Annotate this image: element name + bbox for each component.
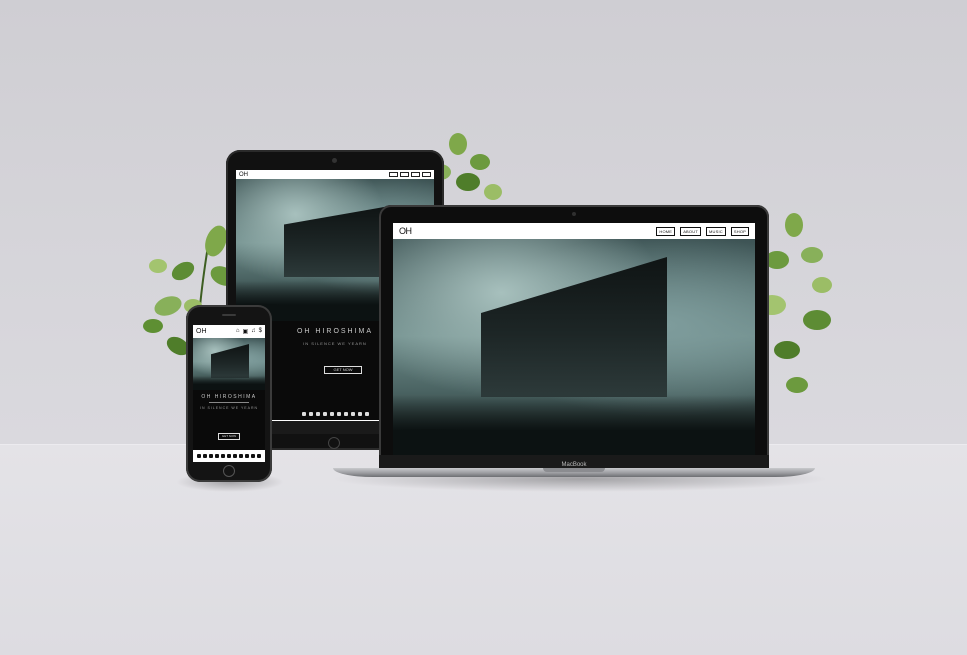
tablet-home-button[interactable] [328, 437, 340, 449]
social-icon[interactable] [343, 412, 348, 416]
phone-title-divider [209, 402, 249, 403]
tablet-nav-link[interactable] [389, 172, 398, 177]
phone-subtitle: IN SILENCE WE YEARN [199, 406, 259, 410]
social-icon[interactable] [329, 412, 334, 416]
social-icon[interactable] [357, 412, 362, 416]
laptop-camera [572, 212, 576, 216]
forest-silhouette [193, 376, 265, 390]
phone-home-button[interactable] [223, 465, 235, 477]
social-icon[interactable] [233, 454, 237, 458]
nav-shop[interactable]: SHOP [730, 226, 749, 236]
laptop-base [333, 468, 815, 477]
monolith-shape [284, 207, 384, 277]
phone-logo[interactable]: OH [196, 328, 207, 335]
phone-screen: OH ⌂ ▣ ♫ $ OH HIROSHIMA IN SILENCE WE YE… [193, 325, 265, 462]
phone-device: OH ⌂ ▣ ♫ $ OH HIROSHIMA IN SILENCE WE YE… [186, 305, 272, 482]
laptop-logo[interactable]: OH [399, 226, 412, 236]
social-icon[interactable] [209, 454, 213, 458]
phone-hero-image [193, 338, 265, 390]
phone-speaker [222, 314, 236, 316]
social-icon[interactable] [336, 412, 341, 416]
social-icon[interactable] [245, 454, 249, 458]
social-icon[interactable] [322, 412, 327, 416]
laptop-nav-links: HOME ABOUT MUSIC SHOP [656, 226, 749, 236]
social-icon[interactable] [257, 454, 261, 458]
social-icon[interactable] [197, 454, 201, 458]
phone-get-now-button[interactable]: GET NOW [218, 433, 240, 440]
monolith-shape [481, 257, 667, 397]
social-icon[interactable] [203, 454, 207, 458]
tablet-nav-link[interactable] [411, 172, 420, 177]
phone-nav-icons: ⌂ ▣ ♫ $ [236, 328, 262, 335]
music-icon[interactable]: ♫ [251, 328, 256, 335]
nav-home[interactable]: HOME [656, 226, 676, 236]
social-icon[interactable] [301, 412, 306, 416]
social-icon[interactable] [221, 454, 225, 458]
tablet-get-now-button[interactable]: GET NOW [324, 366, 362, 374]
tablet-nav-links [389, 172, 431, 177]
laptop-device: OH HOME ABOUT MUSIC SHOP MacBook [379, 205, 769, 470]
tablet-camera [332, 158, 337, 163]
social-icon[interactable] [364, 412, 369, 416]
laptop-navbar: OH HOME ABOUT MUSIC SHOP [393, 223, 755, 239]
tablet-navbar: OH [236, 170, 434, 179]
laptop-hero-image [393, 239, 755, 455]
social-icon[interactable] [239, 454, 243, 458]
phone-navbar: OH ⌂ ▣ ♫ $ [193, 325, 265, 338]
tablet-logo[interactable]: OH [239, 172, 248, 178]
social-icon[interactable] [251, 454, 255, 458]
phone-title: OH HIROSHIMA [201, 394, 257, 400]
phone-social-bar [193, 450, 265, 462]
nav-about[interactable]: ABOUT [680, 226, 701, 236]
social-icon[interactable] [315, 412, 320, 416]
monolith-shape [211, 344, 249, 378]
dollar-icon[interactable]: $ [259, 328, 262, 335]
laptop-screen: OH HOME ABOUT MUSIC SHOP [393, 223, 755, 455]
social-icon[interactable] [215, 454, 219, 458]
home-icon[interactable]: ⌂ [236, 328, 240, 335]
social-icon[interactable] [308, 412, 313, 416]
tablet-nav-link[interactable] [400, 172, 409, 177]
gallery-icon[interactable]: ▣ [242, 328, 248, 335]
social-icon[interactable] [227, 454, 231, 458]
tablet-nav-link[interactable] [422, 172, 431, 177]
laptop-notch [543, 468, 605, 472]
forest-silhouette [393, 395, 755, 455]
social-icon[interactable] [350, 412, 355, 416]
nav-music[interactable]: MUSIC [705, 226, 726, 236]
